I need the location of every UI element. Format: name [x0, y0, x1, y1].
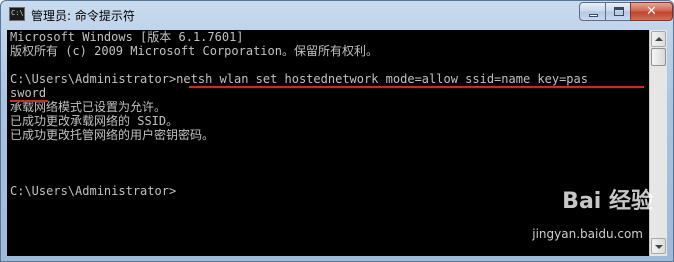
console-output[interactable]: Microsoft Windows [版本 6.1.7601] 版权所有 (c)…	[7, 30, 649, 256]
baidu-watermark-logo: Bai 经验	[562, 189, 653, 214]
window-title: 管理员: 命令提示符	[31, 9, 135, 23]
scrollbar-thumb[interactable]	[651, 48, 666, 66]
maximize-button[interactable]	[605, 2, 631, 21]
close-button[interactable]: ✕	[630, 2, 673, 21]
cmd-icon-text: C:\	[11, 9, 24, 17]
arrow-up-icon	[655, 37, 663, 41]
minimize-button[interactable]	[579, 2, 606, 21]
console-prompt[interactable]: C:\Users\Administrator>	[10, 184, 176, 198]
cmd-window: C:\ 管理员: 命令提示符 ✕ Microsoft Windows [版本 6…	[0, 0, 674, 262]
scroll-down-button[interactable]	[651, 238, 666, 254]
cmd-icon[interactable]: C:\	[9, 7, 25, 21]
baidu-watermark-url: jingyan.baidu.com	[532, 227, 643, 241]
command-highlight-underline	[10, 100, 48, 102]
console-line: C:\Users\Administrator>netsh wlan set ho…	[10, 72, 588, 86]
close-icon: ✕	[646, 4, 657, 19]
console-line: 已成功更改托管网络的用户密钥密码。	[10, 128, 215, 142]
console-line: 承载网络模式已设置为允许。	[10, 100, 167, 114]
maximize-icon	[606, 3, 630, 20]
vertical-scrollbar[interactable]	[649, 30, 667, 256]
scroll-up-button[interactable]	[651, 31, 666, 47]
console-line: 已成功更改承载网络的 SSID。	[10, 114, 179, 128]
console-line: Microsoft Windows [版本 6.1.7601]	[10, 30, 244, 44]
console-line: 版权所有 (c) 2009 Microsoft Corporation。保留所有…	[10, 44, 378, 58]
arrow-down-icon	[655, 245, 663, 249]
console-line: sword	[10, 86, 47, 100]
minimize-icon	[580, 3, 605, 20]
command-highlight-underline	[189, 86, 644, 88]
title-bar[interactable]: C:\ 管理员: 命令提示符 ✕	[1, 1, 673, 29]
